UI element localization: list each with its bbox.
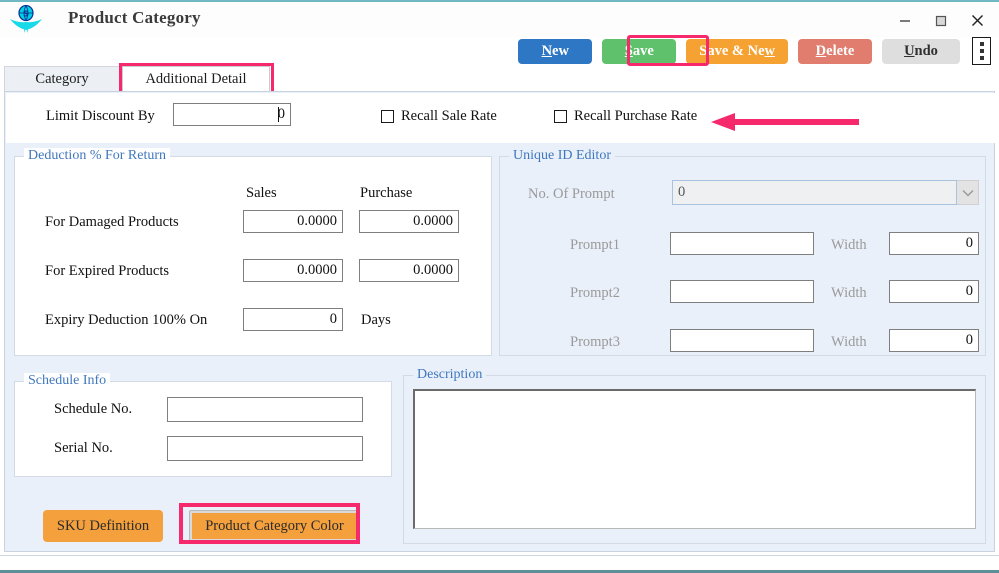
- damaged-sales-input[interactable]: [243, 210, 343, 233]
- schedule-no-input[interactable]: [167, 397, 363, 422]
- kebab-menu-icon[interactable]: [972, 37, 991, 65]
- prompt2-input[interactable]: [670, 280, 814, 303]
- no-of-prompt-label: No. Of Prompt: [528, 186, 615, 202]
- prompt3-label: Prompt3: [570, 334, 620, 350]
- delete-button[interactable]: Delete: [798, 38, 872, 64]
- description-group: Description: [403, 367, 986, 544]
- damaged-products-label: For Damaged Products: [45, 214, 179, 230]
- recall-sale-rate-checkbox[interactable]: Recall Sale Rate: [381, 108, 497, 125]
- tab-category[interactable]: Category: [4, 66, 120, 92]
- prompt1-label: Prompt1: [570, 237, 620, 253]
- text-caret: [278, 107, 279, 122]
- sku-definition-button[interactable]: SKU Definition: [43, 510, 163, 542]
- sales-column-header: Sales: [246, 185, 277, 201]
- status-bar: [0, 555, 999, 573]
- unique-id-editor-group-title: Unique ID Editor: [509, 148, 615, 164]
- no-of-prompt-combobox[interactable]: 0: [672, 180, 979, 205]
- form-body: Limit Discount By Recall Sale Rate Recal…: [4, 91, 995, 552]
- description-textarea[interactable]: [413, 389, 976, 529]
- minimize-icon[interactable]: [887, 6, 923, 36]
- prompt1-width-label: Width: [831, 237, 867, 253]
- tab-additional-detail[interactable]: Additional Detail: [122, 66, 270, 92]
- checkbox-box: [554, 110, 567, 123]
- chevron-down-icon[interactable]: [957, 180, 979, 205]
- schedule-info-group: Schedule Info Schedule No. Serial No.: [14, 373, 392, 477]
- svg-text:S: S: [23, 10, 29, 19]
- maximize-icon[interactable]: [923, 6, 959, 36]
- expired-sales-input[interactable]: [243, 259, 343, 282]
- top-row-panel: Limit Discount By Recall Sale Rate Recal…: [6, 93, 995, 143]
- recall-purchase-rate-checkbox[interactable]: Recall Purchase Rate: [554, 108, 697, 125]
- action-toolbar: New Save Save & Ne w Delete Undo: [0, 37, 999, 68]
- expiry-deduction-days-input[interactable]: [243, 308, 343, 331]
- days-unit-label: Days: [361, 312, 391, 328]
- expiry-deduction-label: Expiry Deduction 100% On: [45, 312, 208, 328]
- tab-strip: Category Additional Detail: [0, 66, 999, 92]
- recall-purchase-rate-label: Recall Purchase Rate: [574, 108, 698, 124]
- deduction-group: Deduction % For Return Sales Purchase Fo…: [14, 148, 492, 356]
- schedule-info-group-title: Schedule Info: [24, 373, 111, 389]
- prompt2-label: Prompt2: [570, 285, 620, 301]
- undo-button[interactable]: Undo: [882, 38, 960, 64]
- save-and-new-button[interactable]: Save & Ne w: [686, 38, 788, 64]
- purchase-column-header: Purchase: [360, 185, 413, 201]
- prompt2-width-label: Width: [831, 285, 867, 301]
- checkbox-box: [381, 110, 394, 123]
- prompt3-input[interactable]: [670, 329, 814, 352]
- product-category-color-button[interactable]: Product Category Color: [189, 510, 360, 542]
- description-group-title: Description: [413, 367, 487, 383]
- damaged-purchase-input[interactable]: [359, 210, 459, 233]
- recall-sale-rate-label: Recall Sale Rate: [401, 108, 497, 124]
- no-of-prompt-value: 0: [672, 180, 957, 205]
- expired-products-label: For Expired Products: [45, 263, 170, 279]
- serial-no-input[interactable]: [167, 436, 363, 461]
- prompt1-input[interactable]: [670, 232, 814, 255]
- expired-purchase-input[interactable]: [359, 259, 459, 282]
- unique-id-editor-group: Unique ID Editor No. Of Prompt 0 Prompt1…: [499, 148, 986, 356]
- product-category-window: S Product Category New Save Save & Ne w D…: [0, 0, 999, 573]
- new-button[interactable]: New: [518, 38, 593, 64]
- limit-discount-by-label: Limit Discount By: [46, 108, 155, 124]
- prompt1-width-input[interactable]: [889, 232, 979, 255]
- close-icon[interactable]: [959, 6, 995, 36]
- deduction-group-title: Deduction % For Return: [24, 148, 171, 164]
- serial-no-label: Serial No.: [54, 440, 113, 456]
- window-title: Product Category: [68, 8, 201, 27]
- save-button[interactable]: Save: [602, 38, 677, 64]
- limit-discount-by-input[interactable]: [173, 103, 291, 126]
- window-controls: [887, 2, 995, 39]
- prompt3-width-input[interactable]: [889, 329, 979, 352]
- schedule-no-label: Schedule No.: [54, 401, 133, 417]
- prompt3-width-label: Width: [831, 334, 867, 350]
- prompt2-width-input[interactable]: [889, 280, 979, 303]
- company-globe-logo-icon: S: [8, 4, 44, 35]
- title-bar: S Product Category: [0, 0, 999, 37]
